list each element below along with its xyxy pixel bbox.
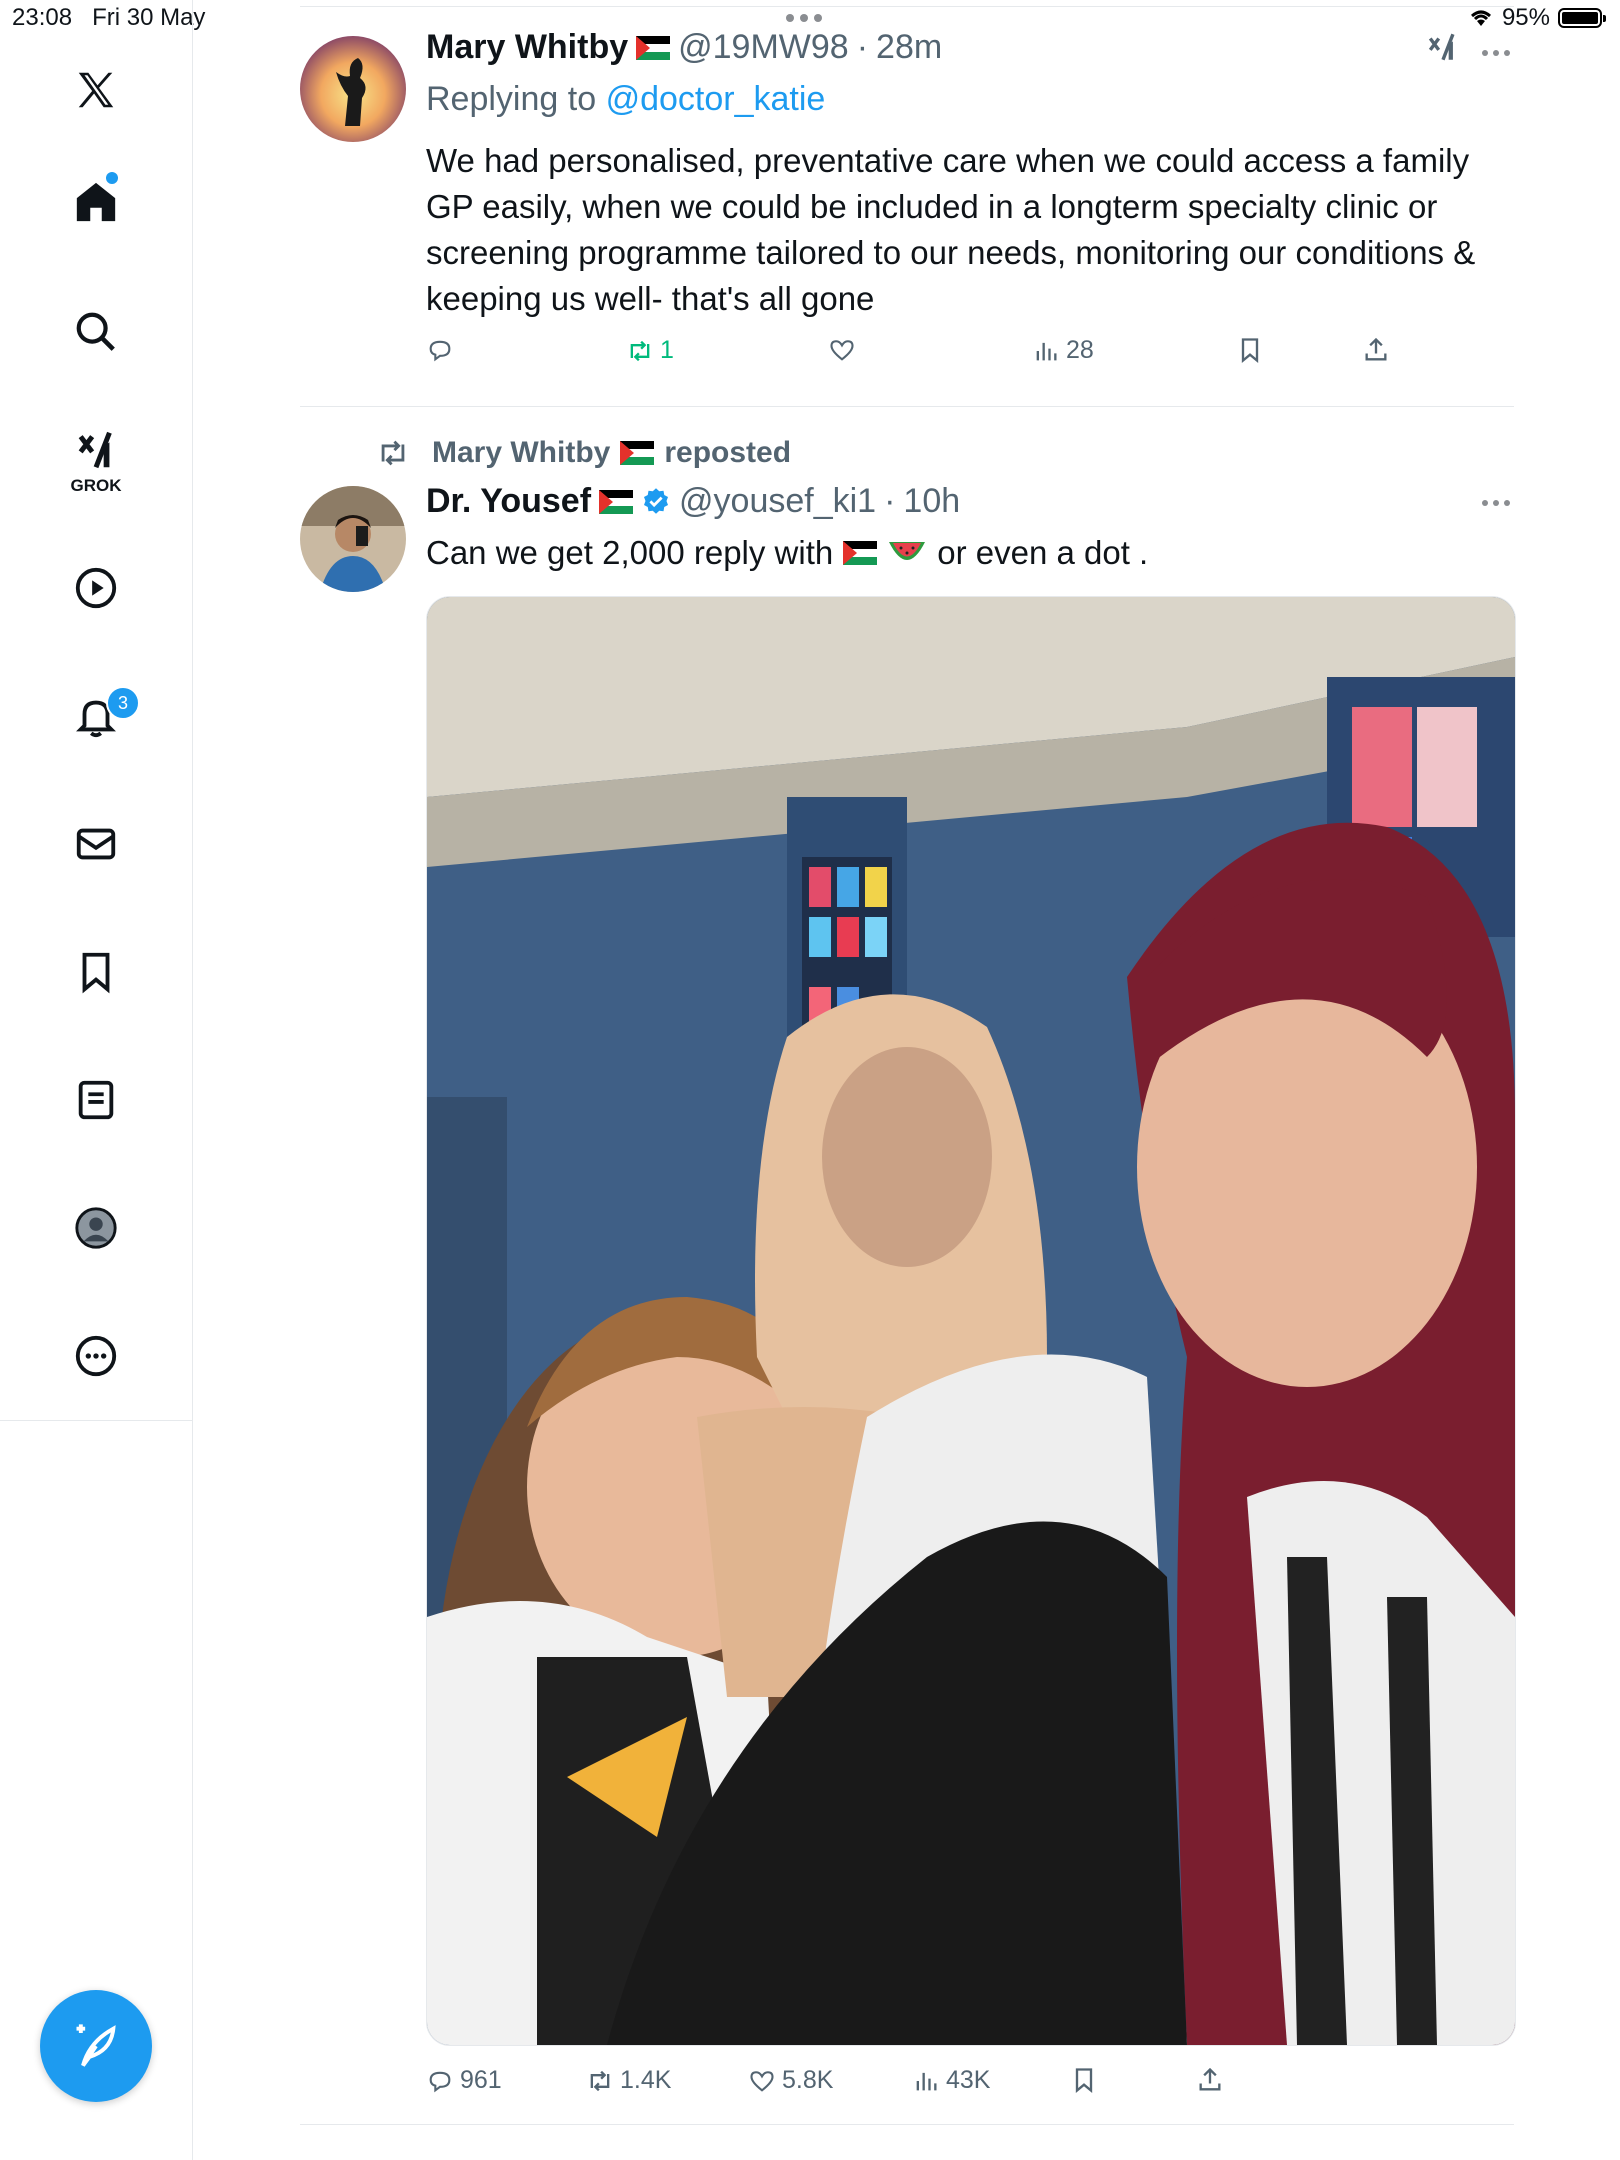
watermelon-icon — [889, 542, 926, 560]
repost-count: 1 — [660, 336, 674, 364]
compose-feather-icon — [76, 2024, 116, 2067]
author-handle[interactable]: @yousef_ki1 — [679, 482, 876, 521]
sidebar: GROK 3 — [0, 0, 193, 2160]
repost-header: Mary Whitby reposted — [376, 436, 791, 470]
share-button[interactable] — [1362, 336, 1390, 364]
lists-icon[interactable] — [66, 1070, 126, 1130]
tweet-text-part2: or even a dot . — [937, 534, 1149, 571]
tweet-text: We had personalised, preventative care w… — [426, 142, 1476, 317]
battery-icon — [1558, 8, 1606, 28]
tweet2-header: Dr. Yousef @yousef_ki1 · 10h — [426, 482, 960, 521]
tweet-text-part1: Can we get 2,000 reply with — [426, 534, 834, 571]
avatar[interactable] — [300, 486, 406, 592]
reply-button[interactable]: 961 — [426, 2066, 502, 2095]
repost-icon — [381, 440, 405, 466]
profile-icon[interactable] — [66, 1198, 126, 1258]
like-count: 5.8K — [782, 2066, 834, 2094]
avatar[interactable] — [300, 36, 406, 142]
tweet-divider — [300, 406, 1514, 407]
grok-explain-icon[interactable] — [1426, 30, 1460, 69]
views-button[interactable]: 43K — [912, 2066, 990, 2095]
bookmark-button[interactable] — [1070, 2066, 1098, 2094]
repost-count: 1.4K — [620, 2066, 672, 2094]
video-icon[interactable] — [66, 558, 126, 618]
views-icon — [916, 2072, 937, 2090]
multitask-dots[interactable] — [786, 14, 822, 22]
battery-percent: 95% — [1501, 4, 1550, 31]
views-count: 43K — [946, 2066, 991, 2094]
tweet1-header: Mary Whitby @19MW98 · 28m — [426, 28, 942, 67]
palestine-flag-icon — [843, 541, 878, 565]
bookmark-icon — [1075, 2068, 1093, 2093]
reply-icon — [429, 2071, 451, 2092]
compose-button[interactable] — [40, 1990, 152, 2102]
repost-button[interactable]: 1 — [626, 336, 674, 365]
palestine-flag-icon — [599, 489, 634, 514]
feed-top-border — [300, 6, 1514, 7]
author-handle[interactable]: @19MW98 — [678, 28, 849, 67]
reposter-name[interactable]: Mary Whitby — [432, 436, 610, 470]
messages-icon[interactable] — [66, 814, 126, 874]
verified-badge-icon — [644, 487, 669, 514]
grok-label: GROK — [70, 476, 122, 495]
palestine-flag-icon — [620, 441, 655, 465]
x-logo-icon[interactable] — [66, 60, 126, 120]
more-options-icon[interactable] — [1482, 50, 1510, 56]
status-indicators: 95% — [1468, 4, 1606, 32]
dot-separator: · — [856, 28, 869, 66]
palestine-flag-icon — [636, 35, 671, 60]
tweet-divider — [300, 2124, 1514, 2125]
search-icon[interactable] — [66, 302, 126, 362]
more-icon[interactable] — [66, 1326, 126, 1386]
heart-icon — [830, 340, 854, 361]
notifications-badge: 3 — [106, 686, 140, 720]
views-button[interactable]: 28 — [1032, 336, 1094, 365]
tweet2-actions: 961 1.4K 5.8K 43K — [426, 2066, 1516, 2106]
bookmarks-icon[interactable] — [66, 942, 126, 1002]
dot-separator: · — [884, 482, 896, 520]
views-count: 28 — [1066, 336, 1094, 364]
wifi-icon — [1470, 10, 1491, 26]
reply-icon — [429, 340, 451, 362]
tweet-photo[interactable] — [426, 596, 1516, 2046]
share-icon — [1365, 337, 1387, 361]
author-name[interactable]: Mary Whitby — [426, 28, 628, 67]
bookmark-icon — [1241, 338, 1259, 363]
more-options-icon[interactable] — [1482, 500, 1510, 506]
bookmark-button[interactable] — [1236, 336, 1264, 364]
tweet-time[interactable]: 28m — [876, 28, 942, 67]
reposted-label: reposted — [664, 436, 792, 469]
repost-icon — [590, 2070, 610, 2091]
author-name[interactable]: Dr. Yousef — [426, 482, 591, 521]
sidebar-divider — [0, 1420, 192, 1421]
tweet-time[interactable]: 10h — [903, 482, 960, 521]
replying-to-link[interactable]: @doctor_katie — [606, 80, 826, 118]
repost-button[interactable]: 1.4K — [586, 2066, 671, 2095]
repost-icon — [630, 340, 650, 361]
share-button[interactable] — [1196, 2066, 1224, 2094]
tweet1-actions: 1 28 — [426, 336, 1516, 376]
grok-icon[interactable] — [66, 420, 126, 480]
tweet-text: Can we get 2,000 reply with or even a do… — [426, 530, 1516, 576]
like-button[interactable]: 5.8K — [748, 2066, 833, 2095]
like-button[interactable] — [828, 336, 856, 364]
replying-to: Replying to @doctor_katie — [426, 80, 826, 118]
heart-icon — [750, 2070, 774, 2092]
views-icon — [1036, 342, 1057, 360]
reply-button[interactable] — [426, 336, 454, 364]
home-unread-dot — [106, 172, 118, 184]
share-icon — [1199, 2067, 1221, 2091]
reply-count: 961 — [460, 2066, 502, 2094]
